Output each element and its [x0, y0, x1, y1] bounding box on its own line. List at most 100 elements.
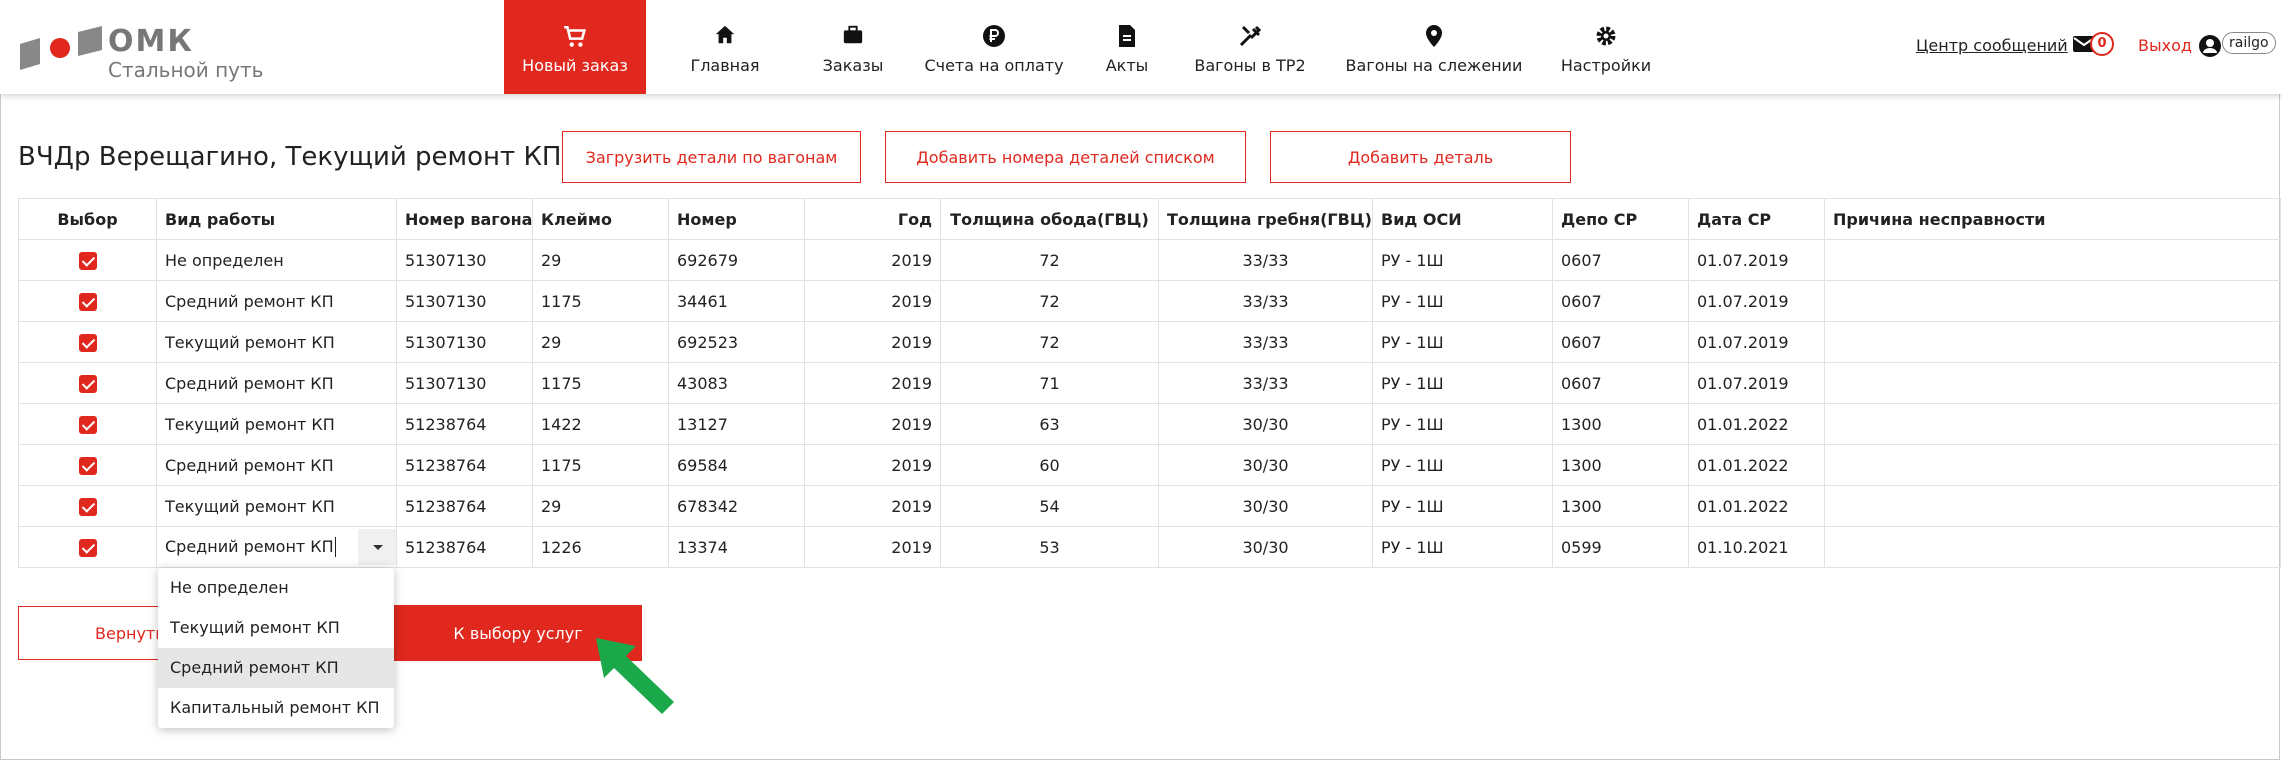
- column-header[interactable]: Вид работы: [156, 198, 397, 240]
- nav-settings[interactable]: Настройки: [1556, 0, 1656, 94]
- cell-wagon: 51307130: [396, 362, 533, 404]
- dropdown-option[interactable]: Не определен: [158, 568, 394, 608]
- cell-wagon: 51238764: [396, 485, 533, 527]
- column-header[interactable]: Депо СР: [1552, 198, 1689, 240]
- cell-wagon: 51307130: [396, 280, 533, 322]
- cell-work[interactable]: Средний ремонт КП: [156, 526, 397, 568]
- dropdown-option-highlighted[interactable]: Средний ремонт КП: [158, 648, 394, 688]
- cell-year: 2019: [804, 280, 941, 322]
- row-checkbox[interactable]: [78, 415, 97, 434]
- cell-year: 2019: [804, 444, 941, 486]
- nav-label: Заказы: [822, 56, 884, 75]
- cell-work[interactable]: Текущий ремонт КП: [156, 403, 397, 445]
- column-header[interactable]: Клеймо: [532, 198, 669, 240]
- cell-depot: 0607: [1552, 362, 1689, 404]
- cell-depot: 0599: [1552, 526, 1689, 568]
- document-icon: [1119, 25, 1135, 47]
- cell-reason: [1824, 239, 2281, 281]
- table-row[interactable]: Текущий ремонт КП 51238764 1422 13127 2019 63…: [18, 403, 2281, 445]
- upload-details-button[interactable]: Загрузить детали по вагонам: [562, 131, 861, 183]
- cell-depot: 0607: [1552, 280, 1689, 322]
- row-checkbox[interactable]: [78, 292, 97, 311]
- cell-stamp: 1422: [532, 403, 669, 445]
- column-header[interactable]: Номер вагона: [396, 198, 533, 240]
- cell-rim: 60: [940, 444, 1159, 486]
- select-cell[interactable]: [18, 444, 157, 486]
- add-detail-numbers-button[interactable]: Добавить номера деталей списком: [885, 131, 1246, 183]
- column-header[interactable]: Дата СР: [1688, 198, 1825, 240]
- table-row[interactable]: Текущий ремонт КП 51238764 29 678342 2019 54 3…: [18, 485, 2281, 527]
- nav-orders[interactable]: Заказы: [808, 0, 898, 94]
- dropdown-option[interactable]: Капитальный ремонт КП: [158, 688, 394, 728]
- cell-work[interactable]: Текущий ремонт КП: [156, 321, 397, 363]
- table-row[interactable]: Не определен 51307130 29 692679 2019 72 33/33 Р…: [18, 239, 2281, 281]
- column-header[interactable]: Вид ОСИ: [1372, 198, 1553, 240]
- cell-work[interactable]: Текущий ремонт КП: [156, 485, 397, 527]
- dropdown-option[interactable]: Текущий ремонт КП: [158, 608, 394, 648]
- add-detail-button[interactable]: Добавить деталь: [1270, 131, 1571, 183]
- cell-flange: 33/33: [1158, 239, 1373, 281]
- column-header[interactable]: Толщина гребня(ГВЦ): [1158, 198, 1373, 240]
- select-cell[interactable]: [18, 403, 157, 445]
- select-cell[interactable]: [18, 362, 157, 404]
- cell-work[interactable]: Средний ремонт КП: [156, 362, 397, 404]
- briefcase-icon: [843, 25, 863, 44]
- logo[interactable]: ОМК Стальной путь: [16, 18, 276, 82]
- nav-acts[interactable]: Акты: [1100, 0, 1154, 94]
- nav-home[interactable]: Главная: [672, 0, 778, 94]
- logout-link[interactable]: Выход: [2138, 36, 2192, 55]
- row-checkbox[interactable]: [78, 251, 97, 270]
- select-cell[interactable]: [18, 526, 157, 568]
- column-header[interactable]: Толщина обода(ГВЦ): [940, 198, 1159, 240]
- column-header[interactable]: Причина несправности: [1824, 198, 2281, 240]
- cell-depot: 0607: [1552, 239, 1689, 281]
- row-checkbox[interactable]: [78, 497, 97, 516]
- details-table: Выбор Вид работы Номер вагона Клеймо Ном…: [18, 198, 2281, 568]
- column-header[interactable]: Номер: [668, 198, 805, 240]
- column-header[interactable]: Год: [804, 198, 941, 240]
- column-header[interactable]: Выбор: [18, 198, 157, 240]
- row-checkbox[interactable]: [78, 374, 97, 393]
- cell-number: 678342: [668, 485, 805, 527]
- nav-wagons-tracking[interactable]: Вагоны на слежении: [1344, 0, 1524, 94]
- nav-new-order[interactable]: Новый заказ: [504, 0, 646, 94]
- cell-depot: 1300: [1552, 403, 1689, 445]
- table-row[interactable]: Текущий ремонт КП 51307130 29 692523 2019 72 3…: [18, 321, 2281, 363]
- cell-rim: 71: [940, 362, 1159, 404]
- select-cell[interactable]: [18, 321, 157, 363]
- username[interactable]: railgo: [2222, 32, 2276, 54]
- nav-invoices[interactable]: Счета на оплату: [924, 0, 1064, 94]
- cell-rim: 63: [940, 403, 1159, 445]
- user-icon: [2199, 35, 2221, 57]
- cell-flange: 30/30: [1158, 526, 1373, 568]
- table-row[interactable]: Средний ремонт КП 51238764 1226 13374 2019 53…: [18, 526, 2281, 568]
- select-cell[interactable]: [18, 239, 157, 281]
- row-checkbox[interactable]: [78, 333, 97, 352]
- cell-flange: 33/33: [1158, 321, 1373, 363]
- tools-icon: [1239, 25, 1262, 47]
- cell-date: 01.07.2019: [1688, 362, 1825, 404]
- cell-work[interactable]: Не определен: [156, 239, 397, 281]
- row-checkbox[interactable]: [78, 456, 97, 475]
- cell-work[interactable]: Средний ремонт КП: [156, 280, 397, 322]
- dropdown-toggle[interactable]: [358, 529, 396, 565]
- cell-date: 01.07.2019: [1688, 321, 1825, 363]
- row-checkbox[interactable]: [78, 538, 97, 557]
- cell-axle: РУ - 1Ш: [1372, 239, 1553, 281]
- work-type-dropdown: Не определен Текущий ремонт КП Средний р…: [158, 568, 394, 728]
- cell-reason: [1824, 485, 2281, 527]
- table-row[interactable]: Средний ремонт КП 51307130 1175 43083 2019 71…: [18, 362, 2281, 404]
- cell-stamp: 1175: [532, 280, 669, 322]
- cell-work[interactable]: Средний ремонт КП: [156, 444, 397, 486]
- table-header-row: Выбор Вид работы Номер вагона Клеймо Ном…: [18, 198, 2281, 240]
- select-cell[interactable]: [18, 485, 157, 527]
- select-cell[interactable]: [18, 280, 157, 322]
- message-center-link[interactable]: Центр сообщений: [1916, 36, 2068, 55]
- nav-wagons-tr2[interactable]: Вагоны в ТР2: [1190, 0, 1310, 94]
- table-row[interactable]: Средний ремонт КП 51307130 1175 34461 2019 72…: [18, 280, 2281, 322]
- cell-stamp: 29: [532, 321, 669, 363]
- message-count-badge: 0: [2090, 32, 2114, 56]
- cell-number: 43083: [668, 362, 805, 404]
- table-row[interactable]: Средний ремонт КП 51238764 1175 69584 2019 60…: [18, 444, 2281, 486]
- nav-label: Главная: [690, 56, 760, 75]
